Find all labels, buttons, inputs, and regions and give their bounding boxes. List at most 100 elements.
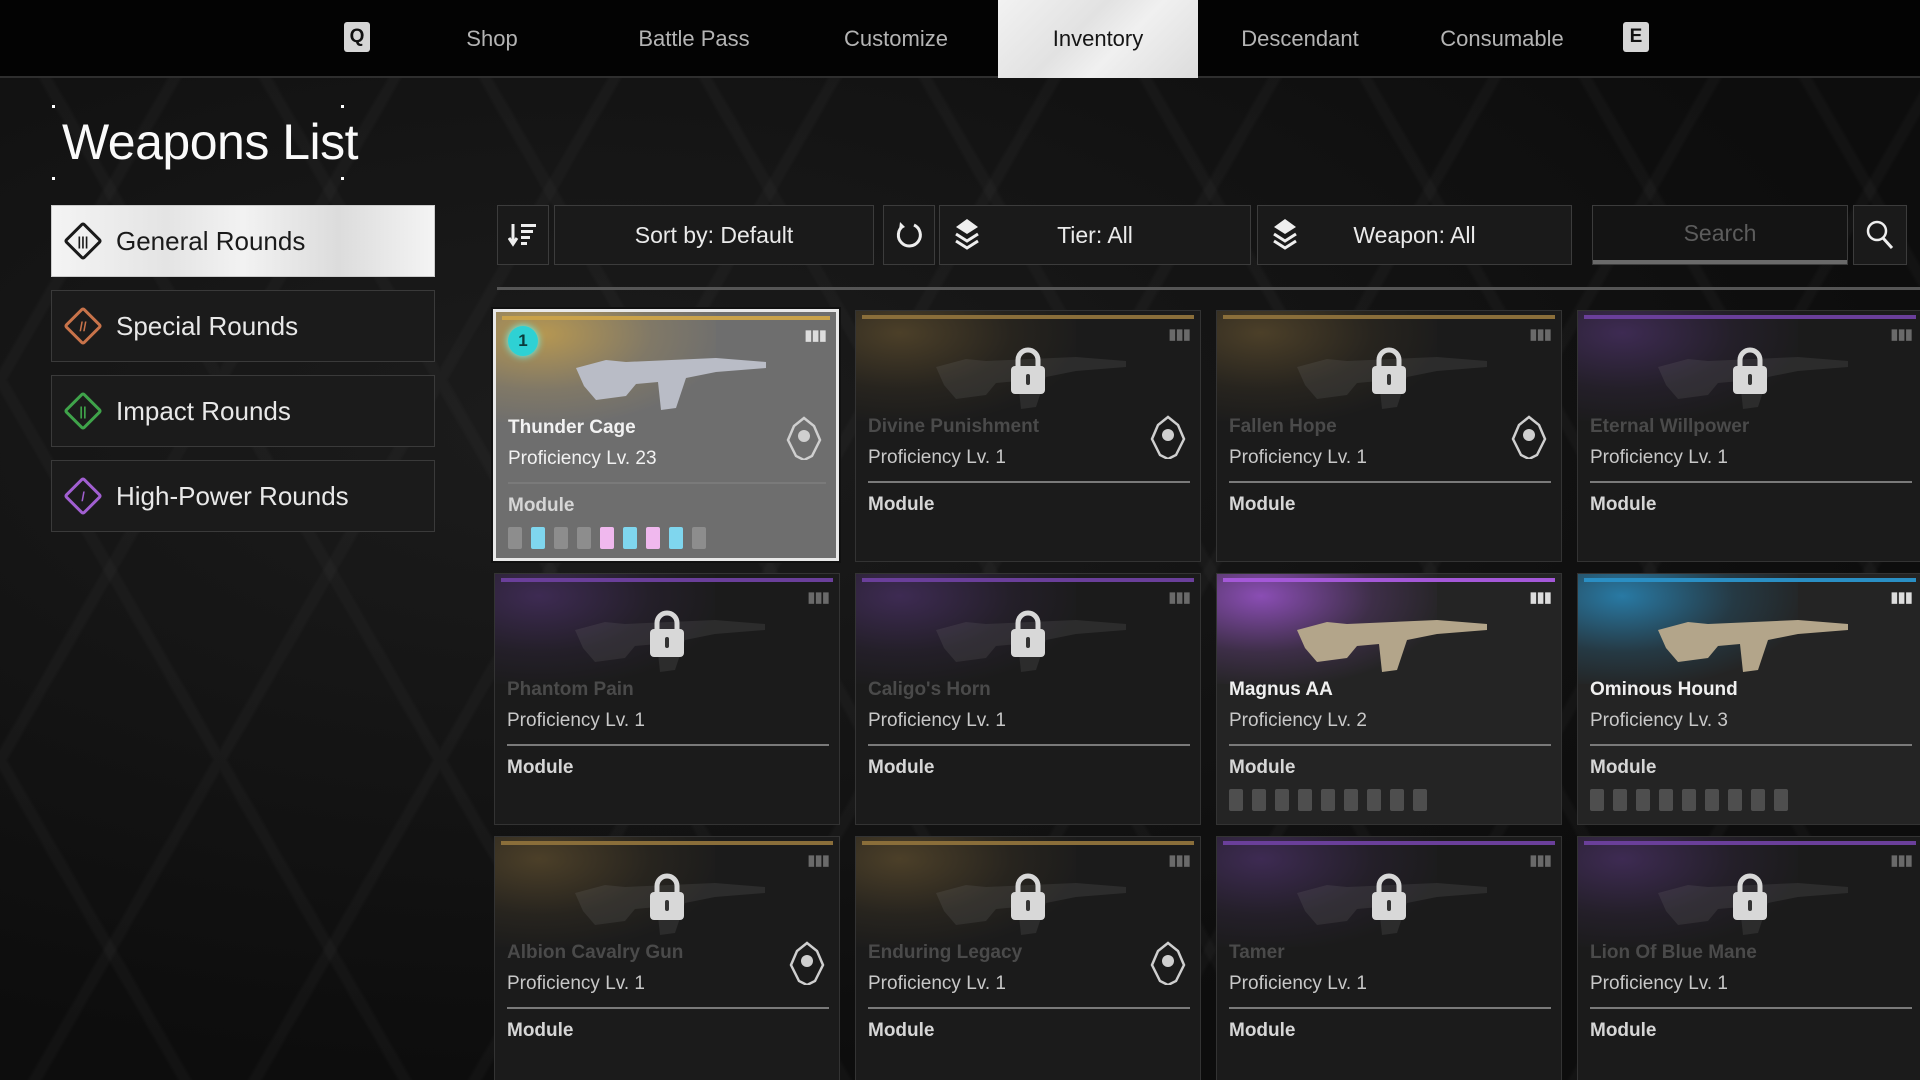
card-divider [507,744,829,746]
sidebar-item-general-rounds[interactable]: ||| General Rounds [51,205,435,277]
lock-icon [1733,873,1767,920]
tier-color-bar [862,841,1194,845]
tier-filter-label: Tier: All [1057,221,1133,248]
page-title-frame: Weapons List [52,105,359,180]
weapon-card-magnus-aa[interactable]: ▮▮▮ Magnus AA Proficiency Lv. 2 Module [1216,573,1562,825]
module-slot-empty [508,527,522,549]
sunburst-emblem-icon [1150,415,1186,459]
round-type-sidebar: ||| General Rounds // Special Rounds || … [51,205,435,545]
next-tab-key-hint[interactable]: E [1623,22,1649,52]
lock-icon [1011,610,1045,657]
sort-dropdown[interactable]: Sort by: Default [554,205,874,265]
module-slot-empty [1298,789,1312,811]
module-label: Module [1229,1020,1296,1041]
card-divider [1229,1007,1551,1009]
lock-icon [1011,873,1045,920]
tier-filter-dropdown[interactable]: Tier: All [939,205,1251,265]
reset-filters-button[interactable] [883,205,935,265]
refresh-icon [896,222,922,248]
weapon-proficiency: Proficiency Lv. 1 [1229,447,1367,468]
module-label: Module [868,1020,935,1041]
weapon-name: Enduring Legacy [868,942,1023,963]
search-field-container [1592,205,1848,265]
module-slot-empty [1659,789,1673,811]
prev-tab-key-hint[interactable]: Q [344,22,370,52]
tab-descendant[interactable]: Descendant [1200,0,1400,78]
weapon-proficiency: Proficiency Lv. 1 [1590,447,1728,468]
weapon-name: Phantom Pain [507,679,634,700]
skull-emblem-icon [786,416,822,460]
tier-color-bar [862,578,1194,582]
weapon-image [1658,620,1848,672]
module-slot-blue [623,527,637,549]
module-slot-empty [1229,789,1243,811]
module-label: Module [868,757,935,778]
sidebar-item-label: Impact Rounds [116,395,291,426]
weapon-card-divine-punishment[interactable]: ▮▮▮ Divine Punishment Proficiency Lv. 1 … [855,310,1201,562]
weapon-proficiency: Proficiency Lv. 1 [507,973,645,994]
module-slot-empty [692,527,706,549]
corner-dot [341,105,344,108]
weapon-card-fallen-hope[interactable]: ▮▮▮ Fallen Hope Proficiency Lv. 1 Module [1216,310,1562,562]
mask-emblem-icon [1511,415,1547,459]
weapon-name: Tamer [1229,942,1285,963]
module-slot-pink [646,527,660,549]
card-divider [868,744,1190,746]
weapon-card-thunder-cage[interactable]: 1 ▮▮▮ Thunder Cage Proficiency Lv. 23 Mo… [491,307,841,563]
module-slots [1229,789,1427,811]
tab-battle-pass[interactable]: Battle Pass [594,0,794,78]
sidebar-item-label: General Rounds [116,225,306,256]
tab-customize[interactable]: Customize [796,0,996,78]
general-rounds-ammo-icon: ▮▮▮ [1168,852,1191,869]
weapon-proficiency: Proficiency Lv. 1 [868,447,1006,468]
sidebar-item-special-rounds[interactable]: // Special Rounds [51,290,435,362]
weapon-card-caligo-s-horn[interactable]: ▮▮▮ Caligo's Horn Proficiency Lv. 1 Modu… [855,573,1201,825]
general-rounds-icon: ||| [66,224,100,258]
module-slot-empty [1275,789,1289,811]
weapon-name: Divine Punishment [868,416,1040,437]
weapon-card-albion-cavalry-gun[interactable]: ▮▮▮ Albion Cavalry Gun Proficiency Lv. 1… [494,836,840,1080]
general-rounds-ammo-icon: ▮▮▮ [1890,852,1913,869]
weapon-proficiency: Proficiency Lv. 2 [1229,710,1367,731]
lock-icon [1011,347,1045,394]
general-rounds-ammo-icon: ▮▮▮ [1890,326,1913,343]
tier-color-bar [502,316,830,320]
impact-rounds-icon: || [66,394,100,428]
card-divider [868,1007,1190,1009]
top-navigation: Q Shop Battle Pass Customize Inventory D… [0,0,1920,78]
card-divider [507,1007,829,1009]
weapon-card-lion-of-blue-mane[interactable]: ▮▮▮ Lion Of Blue Mane Proficiency Lv. 1 … [1577,836,1920,1080]
tab-consumable[interactable]: Consumable [1402,0,1602,78]
tab-shop[interactable]: Shop [392,0,592,78]
tier-color-bar [862,315,1194,319]
weapon-name: Ominous Hound [1590,679,1738,700]
sort-order-button[interactable] [497,205,549,265]
weapon-name: Caligo's Horn [868,679,991,700]
module-slot-empty [577,527,591,549]
weapon-name: Lion Of Blue Mane [1590,942,1757,963]
search-button[interactable] [1853,205,1907,265]
weapon-card-phantom-pain[interactable]: ▮▮▮ Phantom Pain Proficiency Lv. 1 Modul… [494,573,840,825]
wreath-emblem-icon [1150,941,1186,985]
card-divider [1590,744,1912,746]
weapon-card-eternal-willpower[interactable]: ▮▮▮ Eternal Willpower Proficiency Lv. 1 … [1577,310,1920,562]
tier-color-bar [1584,578,1916,582]
lock-icon [1372,873,1406,920]
sidebar-item-label: Special Rounds [116,310,299,341]
weapon-card-tamer[interactable]: ▮▮▮ Tamer Proficiency Lv. 1 Module [1216,836,1562,1080]
weapon-card-enduring-legacy[interactable]: ▮▮▮ Enduring Legacy Proficiency Lv. 1 Mo… [855,836,1201,1080]
tab-inventory[interactable]: Inventory [998,0,1198,78]
lock-icon [650,610,684,657]
weapon-proficiency: Proficiency Lv. 1 [868,710,1006,731]
general-rounds-ammo-icon: ▮▮▮ [1529,326,1552,343]
search-input[interactable] [1593,206,1847,264]
sidebar-item-impact-rounds[interactable]: || Impact Rounds [51,375,435,447]
weapon-filter-label: Weapon: All [1353,221,1476,248]
weapon-card-ominous-hound[interactable]: ▮▮▮ Ominous Hound Proficiency Lv. 3 Modu… [1577,573,1920,825]
sidebar-item-high-power-rounds[interactable]: / High-Power Rounds [51,460,435,532]
high-power-rounds-icon: / [66,479,100,513]
weapon-filter-dropdown[interactable]: Weapon: All [1257,205,1572,265]
module-slot-blue [669,527,683,549]
lock-icon [1733,347,1767,394]
weapon-image [1297,620,1487,672]
